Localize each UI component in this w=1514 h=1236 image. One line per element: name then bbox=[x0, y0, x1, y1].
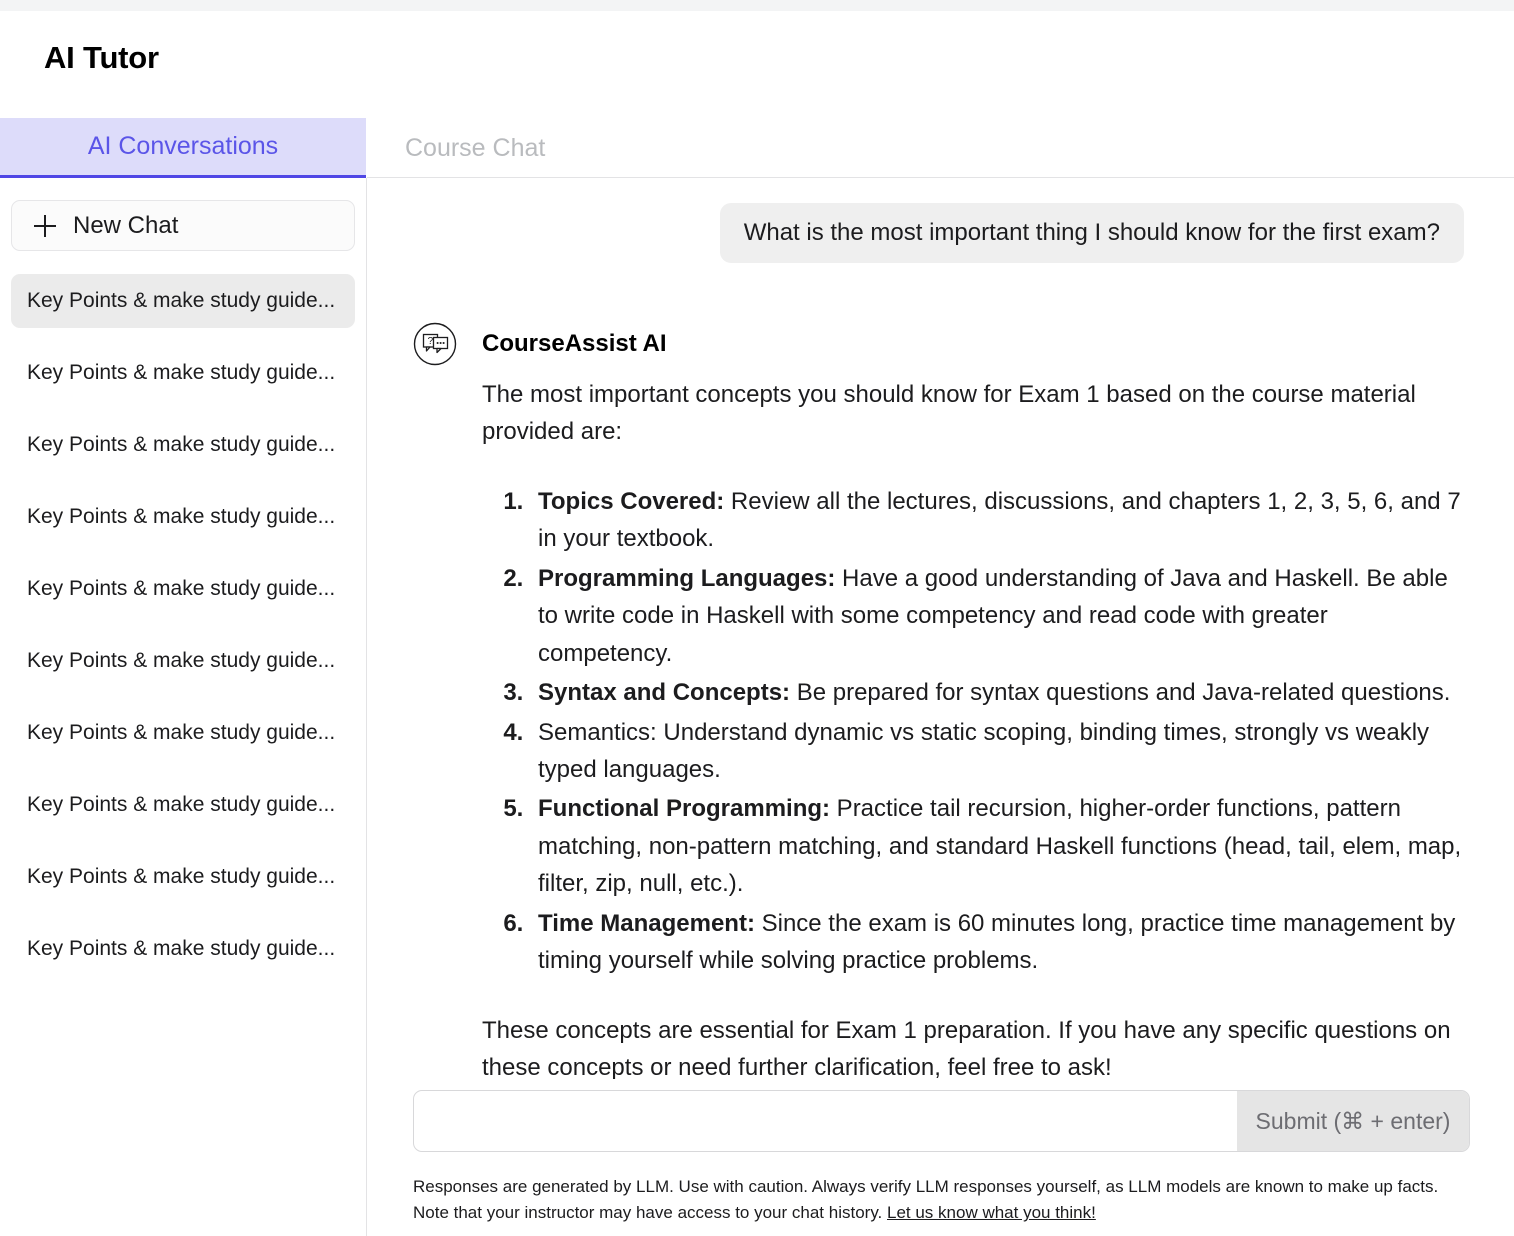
assistant-body: The most important concepts you should k… bbox=[413, 376, 1464, 1079]
list-item-text: Be prepared for syntax questions and Jav… bbox=[790, 679, 1451, 707]
list-item-lead: Time Management: bbox=[538, 909, 755, 937]
assistant-list-item: Programming Languages: Have a good under… bbox=[530, 560, 1464, 672]
list-item[interactable]: Key Points & make study guide... bbox=[11, 706, 355, 760]
assistant-message-row: ? CourseAssist AI The most important con… bbox=[368, 263, 1514, 1079]
conversation-title: Key Points & make study guide... bbox=[27, 361, 336, 384]
list-item-lead: Syntax and Concepts: bbox=[538, 679, 791, 707]
conversation-list: Key Points & make study guide... Key Poi… bbox=[11, 274, 355, 976]
list-item-lead: Topics Covered: bbox=[538, 487, 725, 515]
assistant-list-item: Functional Programming: Practice tail re… bbox=[530, 790, 1464, 902]
conversation-title: Key Points & make study guide... bbox=[27, 577, 336, 600]
chat-question-icon: ? bbox=[413, 322, 457, 366]
conversation-title: Key Points & make study guide... bbox=[27, 505, 336, 528]
disclaimer: Responses are generated by LLM. Use with… bbox=[413, 1174, 1473, 1227]
conversation-title: Key Points & make study guide... bbox=[27, 649, 336, 672]
list-item[interactable]: Key Points & make study guide... bbox=[11, 778, 355, 832]
ai-tutor-app: AI Tutor AI Conversations Course Chat Ne… bbox=[0, 0, 1514, 1236]
chat-area: What is the most important thing I shoul… bbox=[368, 179, 1514, 1236]
tab-course-chat-label: Course Chat bbox=[405, 133, 546, 162]
assistant-list-item: Syntax and Concepts: Be prepared for syn… bbox=[530, 674, 1464, 711]
tab-ai-conversations-label: AI Conversations bbox=[87, 132, 279, 160]
message-scroll-region[interactable]: What is the most important thing I shoul… bbox=[368, 179, 1514, 1079]
assistant-intro: The most important concepts you should k… bbox=[482, 381, 1416, 446]
tab-course-chat[interactable]: Course Chat bbox=[367, 118, 627, 178]
user-message-row: What is the most important thing I shoul… bbox=[368, 179, 1514, 263]
assistant-list-item: Time Management: Since the exam is 60 mi… bbox=[530, 905, 1464, 980]
conversation-title: Key Points & make study guide... bbox=[27, 289, 336, 312]
conversation-title: Key Points & make study guide... bbox=[27, 937, 336, 960]
list-item[interactable]: Key Points & make study guide... bbox=[11, 922, 355, 976]
top-strip bbox=[0, 0, 1514, 11]
tab-ai-conversations[interactable]: AI Conversations bbox=[0, 118, 366, 178]
assistant-header: ? CourseAssist AI bbox=[413, 322, 1464, 366]
list-item-lead: Semantics: bbox=[538, 718, 657, 746]
svg-text:?: ? bbox=[428, 336, 434, 347]
composer: Submit (⌘ + enter) bbox=[413, 1090, 1470, 1152]
sidebar: New Chat Key Points & make study guide..… bbox=[0, 178, 367, 1236]
submit-button[interactable]: Submit (⌘ + enter) bbox=[1237, 1091, 1469, 1151]
assistant-list-item: Semantics: Understand dynamic vs static … bbox=[530, 714, 1464, 789]
chat-input[interactable] bbox=[414, 1091, 1237, 1151]
user-message-bubble: What is the most important thing I shoul… bbox=[719, 203, 1464, 263]
tab-bar: AI Conversations Course Chat bbox=[0, 118, 1514, 178]
assistant-list-item: Topics Covered: Review all the lectures,… bbox=[530, 483, 1464, 558]
conversation-title: Key Points & make study guide... bbox=[27, 721, 336, 744]
page-title: AI Tutor bbox=[44, 40, 159, 75]
list-item[interactable]: Key Points & make study guide... bbox=[11, 634, 355, 688]
assistant-name: CourseAssist AI bbox=[482, 330, 667, 357]
list-item[interactable]: Key Points & make study guide... bbox=[11, 274, 355, 328]
conversation-title: Key Points & make study guide... bbox=[27, 793, 336, 816]
list-item[interactable]: Key Points & make study guide... bbox=[11, 850, 355, 904]
list-item[interactable]: Key Points & make study guide... bbox=[11, 418, 355, 472]
list-item-lead: Programming Languages: bbox=[538, 564, 836, 592]
assistant-closing: These concepts are essential for Exam 1 … bbox=[482, 1016, 1451, 1079]
new-chat-button[interactable]: New Chat bbox=[11, 200, 355, 251]
list-item[interactable]: Key Points & make study guide... bbox=[11, 346, 355, 400]
conversation-title: Key Points & make study guide... bbox=[27, 865, 336, 888]
new-chat-label: New Chat bbox=[73, 211, 179, 239]
list-item-text: Understand dynamic vs static scoping, bi… bbox=[538, 718, 1430, 783]
conversation-title: Key Points & make study guide... bbox=[27, 433, 336, 456]
plus-icon bbox=[34, 214, 56, 237]
list-item[interactable]: Key Points & make study guide... bbox=[11, 490, 355, 544]
assistant-list: Topics Covered: Review all the lectures,… bbox=[482, 483, 1464, 980]
list-item-lead: Functional Programming: bbox=[538, 795, 831, 823]
list-item[interactable]: Key Points & make study guide... bbox=[11, 562, 355, 616]
feedback-link[interactable]: Let us know what you think! bbox=[887, 1203, 1096, 1222]
